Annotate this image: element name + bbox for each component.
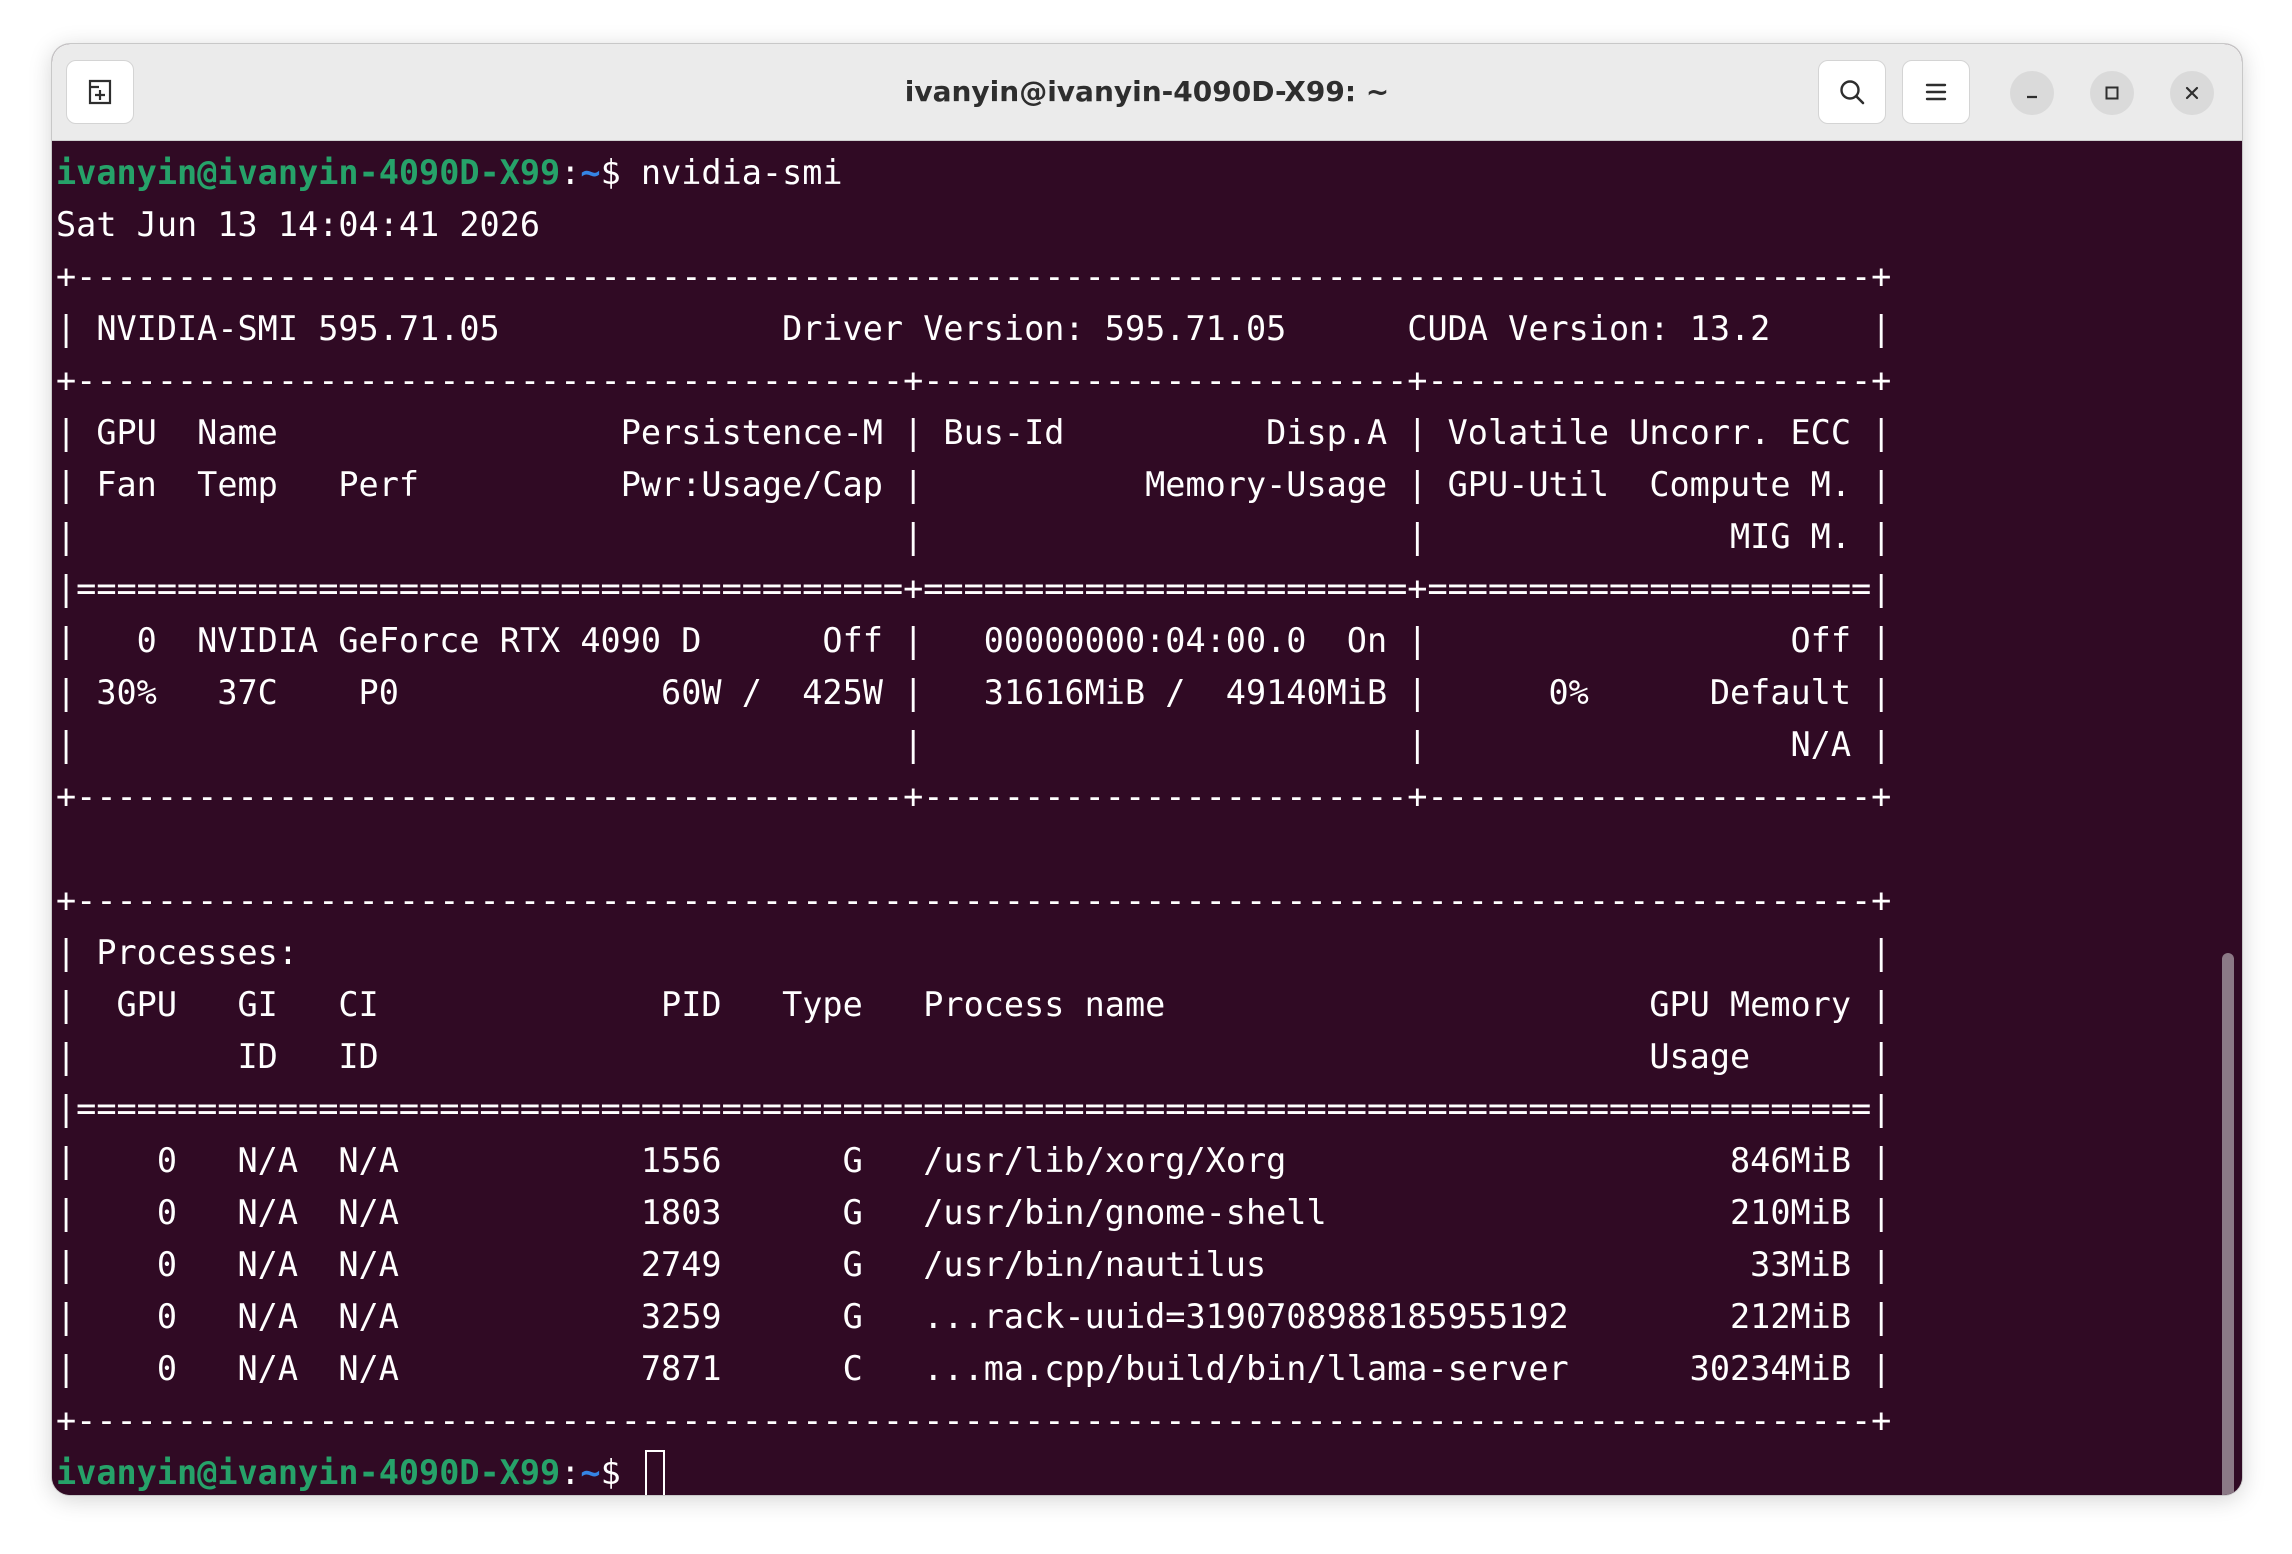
terminal-content[interactable]: ivanyin@ivanyin-4090D-X99:~$ nvidia-smi … — [52, 141, 2242, 1495]
output-line: | 0 N/A N/A 1803 G /usr/bin/gnome-shell … — [56, 1193, 1892, 1232]
output-line: Sat Jun 13 14:04:41 2026 — [56, 205, 541, 244]
prompt-colon: : — [560, 153, 581, 192]
output-line: |=======================================… — [56, 569, 1892, 608]
output-line: | 30% 37C P0 60W / 425W | 31616MiB / 491… — [56, 673, 1892, 712]
output-line: | 0 N/A N/A 1556 G /usr/lib/xorg/Xorg 84… — [56, 1141, 1892, 1180]
output-line: +---------------------------------------… — [56, 1401, 1892, 1440]
hamburger-menu-icon — [1925, 83, 1947, 101]
menu-button[interactable] — [1902, 60, 1970, 124]
prompt-path: ~ — [580, 153, 601, 192]
output-line: | Processes: | — [56, 933, 1892, 972]
output-line: | Fan Temp Perf Pwr:Usage/Cap | Memory-U… — [56, 465, 1892, 504]
output-line: +---------------------------------------… — [56, 777, 1892, 816]
prompt-user-host: ivanyin@ivanyin-4090D-X99 — [56, 1453, 561, 1492]
prompt-dollar: $ — [600, 1453, 641, 1492]
output-line: | 0 N/A N/A 2749 G /usr/bin/nautilus 33M… — [56, 1245, 1892, 1284]
prompt-path: ~ — [580, 1453, 601, 1492]
command-text: nvidia-smi — [640, 153, 843, 192]
output-line: | GPU Name Persistence-M | Bus-Id Disp.A… — [56, 413, 1892, 452]
output-line: | 0 N/A N/A 3259 G ...rack-uuid=31907089… — [56, 1297, 1892, 1336]
command-line: ivanyin@ivanyin-4090D-X99:~$ nvidia-smi — [56, 147, 2242, 199]
minimize-button[interactable] — [2010, 71, 2054, 115]
close-button[interactable] — [2170, 71, 2214, 115]
output-line: |=======================================… — [56, 1089, 1892, 1128]
title-bar[interactable]: ivanyin@ivanyin-4090D-X99: ~ — [52, 44, 2242, 141]
search-button[interactable] — [1818, 60, 1886, 124]
active-prompt-line[interactable]: ivanyin@ivanyin-4090D-X99:~$ — [56, 1447, 2242, 1495]
output-line: | NVIDIA-SMI 595.71.05 Driver Version: 5… — [56, 309, 1892, 348]
prompt-user-host: ivanyin@ivanyin-4090D-X99 — [56, 153, 561, 192]
minimize-icon — [2027, 95, 2037, 99]
output-line: +---------------------------------------… — [56, 881, 1892, 920]
maximize-button[interactable] — [2090, 71, 2134, 115]
command-output: Sat Jun 13 14:04:41 2026 +---------------… — [56, 199, 2242, 1447]
output-line: +---------------------------------------… — [56, 361, 1892, 400]
terminal-window: ivanyin@ivanyin-4090D-X99: ~ ivanyin@iva… — [52, 44, 2242, 1495]
prompt-dollar: $ — [600, 153, 641, 192]
output-line: | | | MIG M. | — [56, 517, 1892, 556]
maximize-icon — [2105, 86, 2119, 100]
output-line: +---------------------------------------… — [56, 257, 1892, 296]
output-line: | 0 N/A N/A 7871 C ...ma.cpp/build/bin/l… — [56, 1349, 1892, 1388]
output-line: | ID ID Usage | — [56, 1037, 1892, 1076]
output-line: | 0 NVIDIA GeForce RTX 4090 D Off | 0000… — [56, 621, 1892, 660]
new-tab-icon — [88, 79, 112, 105]
new-tab-button[interactable] — [66, 60, 134, 124]
output-line: | | | N/A | — [56, 725, 1892, 764]
scrollbar-thumb[interactable] — [2222, 953, 2234, 1495]
output-line: | GPU GI CI PID Type Process name GPU Me… — [56, 985, 1892, 1024]
close-icon — [2185, 86, 2199, 100]
prompt-colon: : — [560, 1453, 581, 1492]
search-icon — [1840, 80, 1865, 105]
text-cursor — [644, 1449, 665, 1495]
